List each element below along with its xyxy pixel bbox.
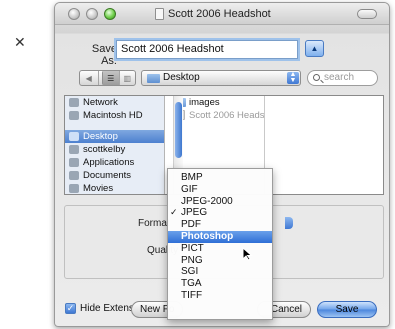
close-window-button[interactable] [68, 8, 80, 20]
desktop-folder-icon [147, 74, 160, 83]
menu-item-png[interactable]: PNG [168, 255, 272, 267]
sidebar-item-label: Documents [83, 170, 132, 181]
background-glyph: ✕ [14, 34, 26, 50]
screenshot-canvas: ✕ Scott 2006 Headshot Save As: Scott 200… [0, 0, 395, 329]
save-as-label: Save As: [91, 43, 117, 67]
sidebar: Network Macintosh HD Desktop scottkelby [65, 96, 165, 194]
file-item-label: Scott 2006 Headshot [189, 110, 265, 121]
expand-dialog-button[interactable]: ▲ [305, 40, 324, 57]
save-as-name-field[interactable]: Scott 2006 Headshot [116, 40, 298, 59]
menu-item-tiff[interactable]: TIFF [168, 290, 272, 302]
scrollbar-thumb[interactable] [175, 102, 182, 158]
format-label: Format [138, 218, 170, 229]
save-as-row: Save As: Scott 2006 Headshot ▲ [55, 39, 389, 67]
sidebar-item-applications[interactable]: Applications [65, 156, 164, 169]
sidebar-item-movies[interactable]: Movies [65, 182, 164, 194]
menu-item-bmp[interactable]: BMP [168, 172, 272, 184]
back-button[interactable]: ◀ [80, 71, 99, 85]
menu-item-pdf[interactable]: PDF [168, 219, 272, 231]
window-title: Scott 2006 Headshot [155, 7, 295, 21]
minimize-window-button[interactable] [86, 8, 98, 20]
list-item-images-folder[interactable]: images ▶ [173, 96, 264, 109]
menu-item-label: JPEG [181, 207, 208, 219]
list-item-headshot-file[interactable]: Scott 2006 Headshot [173, 109, 265, 122]
file-item-label: images [189, 97, 220, 108]
view-mode-buttons: ☰ ▥ [102, 70, 136, 86]
popup-arrows-icon: ▲ ▼ [287, 71, 299, 84]
location-label: Desktop [163, 72, 200, 83]
sidebar-item-label: Macintosh HD [83, 110, 143, 121]
sidebar-item-network[interactable]: Network [65, 96, 164, 109]
sidebar-item-documents[interactable]: Documents [65, 169, 164, 182]
menu-item-sgi[interactable]: SGI [168, 266, 272, 278]
search-icon [313, 74, 320, 81]
chevron-up-icon: ▲ [310, 44, 319, 53]
search-field[interactable]: search [307, 70, 378, 86]
documents-icon [69, 171, 79, 180]
list-view-button[interactable]: ☰ [103, 71, 120, 85]
location-popup[interactable]: Desktop ▲ ▼ [141, 70, 301, 86]
menu-item-photoshop[interactable]: Photoshop [168, 230, 272, 243]
column-view-button[interactable]: ▥ [120, 71, 136, 85]
document-icon [155, 8, 164, 20]
sidebar-item-label: Network [83, 97, 118, 108]
title-bar: Scott 2006 Headshot [55, 3, 389, 25]
format-menu: BMP GIF JPEG-2000 ✓ JPEG PDF Photoshop P… [167, 168, 273, 320]
sidebar-item-desktop[interactable]: Desktop [65, 130, 164, 143]
menu-item-tga[interactable]: TGA [168, 278, 272, 290]
search-placeholder: search [324, 72, 355, 83]
window-title-text: Scott 2006 Headshot [168, 8, 271, 20]
sidebar-item-label: Movies [83, 183, 114, 194]
menu-item-pict[interactable]: PICT [168, 243, 272, 255]
movies-icon [69, 184, 79, 193]
checkmark-icon: ✓ [170, 207, 178, 218]
sidebar-item-label: Applications [83, 157, 135, 168]
hide-extension-checkbox[interactable]: ✓ [65, 303, 76, 314]
hard-drive-icon [69, 111, 79, 120]
sidebar-item-macintosh-hd[interactable]: Macintosh HD [65, 109, 164, 122]
sidebar-item-label: scottkelby [83, 144, 126, 155]
sidebar-item-label: Desktop [83, 131, 118, 142]
toolbar-toggle-button[interactable] [357, 9, 377, 19]
save-button[interactable]: Save [317, 301, 377, 318]
desktop-icon [69, 132, 79, 141]
home-icon [69, 145, 79, 154]
zoom-window-button[interactable] [104, 8, 116, 20]
menu-item-gif[interactable]: GIF [168, 184, 272, 196]
sidebar-item-scottkelby[interactable]: scottkelby [65, 143, 164, 156]
menu-item-jpeg-2000[interactable]: JPEG-2000 [168, 196, 272, 208]
applications-icon [69, 158, 79, 167]
format-popup-button[interactable] [285, 217, 293, 229]
mouse-pointer-icon [242, 247, 254, 261]
browser-toolbar: ◀ ▶ ☰ ▥ Desktop ▲▼ search [55, 69, 389, 91]
network-icon [69, 98, 79, 107]
menu-item-jpeg[interactable]: ✓ JPEG [168, 207, 272, 219]
